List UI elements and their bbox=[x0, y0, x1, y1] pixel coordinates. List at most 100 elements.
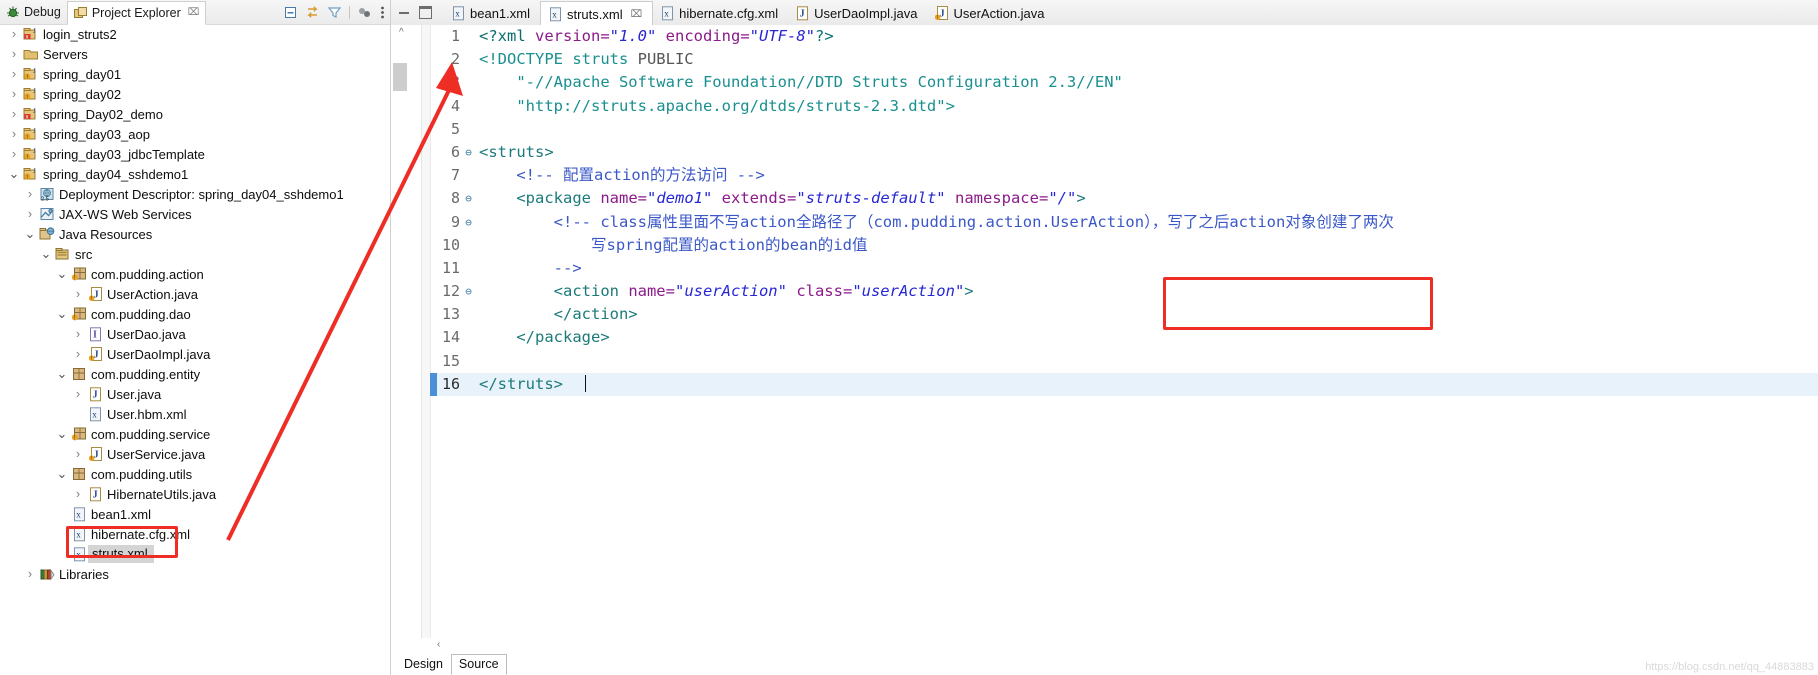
tree-item-hibernate-cfg-xml[interactable]: x hibernate.cfg.xml bbox=[0, 524, 390, 544]
code-line[interactable]: 16 </struts> bbox=[430, 372, 1818, 396]
design-source-tabs[interactable]: Design Source bbox=[391, 654, 507, 675]
tree-item-spring-day01[interactable]: J!spring_day01 bbox=[0, 64, 390, 84]
tree-item-deployment-descriptor-spring-day04-sshdemo1[interactable]: 2.5 Deployment Descriptor: spring_day04_s… bbox=[0, 184, 390, 204]
minimize-button[interactable] bbox=[399, 11, 409, 14]
code-line[interactable]: 4 "http://struts.apache.org/dtds/struts-… bbox=[430, 95, 1818, 118]
code-line[interactable]: 3 "-//Apache Software Foundation//DTD St… bbox=[430, 71, 1818, 94]
tree-item-com-pudding-dao[interactable]: !com.pudding.dao bbox=[0, 304, 390, 324]
code-lines[interactable]: 1 <?xml version="1.0" encoding="UTF-8"?> 2… bbox=[430, 25, 1818, 651]
code-line[interactable]: 1 <?xml version="1.0" encoding="UTF-8"?> bbox=[430, 25, 1818, 48]
editor-tab-userdaoimpl-java[interactable]: J UserDaoImpl.java bbox=[788, 1, 927, 25]
editor-tab-useraction-java[interactable]: J! UserAction.java bbox=[927, 1, 1054, 25]
tree-item-login-struts2[interactable]: Jxlogin_struts2 bbox=[0, 24, 390, 44]
chevron-right-icon[interactable] bbox=[70, 324, 86, 345]
editor-tab-bean1-xml[interactable]: x bean1.xml bbox=[444, 1, 540, 25]
tree-item-bean1-xml[interactable]: x bean1.xml bbox=[0, 504, 390, 524]
code-line[interactable]: 14 </package> bbox=[430, 326, 1818, 349]
chevron-right-icon[interactable] bbox=[6, 84, 22, 105]
code-line[interactable]: 15 bbox=[430, 350, 1818, 373]
tree-item-spring-day03-aop[interactable]: J!spring_day03_aop bbox=[0, 124, 390, 144]
code-line[interactable]: 8 <package name="demo1" extends="struts-… bbox=[430, 187, 1818, 210]
svg-text:J: J bbox=[33, 107, 36, 115]
bottom-tab-source[interactable]: Source bbox=[450, 654, 507, 675]
tree-item-spring-day03-jdbctemplate[interactable]: J!spring_day03_jdbcTemplate bbox=[0, 144, 390, 164]
tree-item-libraries[interactable]: Libraries bbox=[0, 564, 390, 584]
chevron-right-icon[interactable] bbox=[22, 564, 38, 585]
fold-collapse-icon[interactable] bbox=[462, 211, 475, 234]
chevron-left-icon[interactable]: ‹ bbox=[437, 639, 440, 650]
chevron-up-icon[interactable]: ^ bbox=[399, 27, 404, 38]
view-overflow-icon[interactable] bbox=[379, 5, 386, 20]
project-tree[interactable]: Jxlogin_struts2ServersJ!spring_day01J!sp… bbox=[0, 24, 390, 675]
collapse-all-icon[interactable] bbox=[283, 5, 298, 20]
tree-item-useraction-java[interactable]: J!UserAction.java bbox=[0, 284, 390, 304]
chevron-right-icon[interactable] bbox=[22, 204, 38, 225]
code-line[interactable]: 6 <struts> bbox=[430, 141, 1818, 164]
tree-item-spring-day04-sshdemo1[interactable]: J!spring_day04_sshdemo1 bbox=[0, 164, 390, 184]
code-line[interactable]: 13 </action> bbox=[430, 303, 1818, 326]
chevron-down-icon[interactable] bbox=[6, 164, 22, 185]
chevron-right-icon[interactable] bbox=[6, 24, 22, 45]
chevron-down-icon[interactable] bbox=[54, 364, 70, 385]
close-icon[interactable]: ⌧ bbox=[188, 7, 200, 18]
tree-item-jax-ws-web-services[interactable]: JAX-WS Web Services bbox=[0, 204, 390, 224]
view-menu-icon[interactable] bbox=[357, 5, 372, 20]
view-tab-project-explorer[interactable]: Project Explorer ⌧ bbox=[66, 0, 207, 25]
maximize-button[interactable] bbox=[419, 6, 432, 19]
fold-collapse-icon[interactable] bbox=[462, 187, 475, 210]
view-tab-debug[interactable]: Debug bbox=[0, 1, 67, 24]
bottom-tab-design[interactable]: Design bbox=[396, 654, 451, 675]
line-number: 13 bbox=[441, 305, 460, 324]
tree-item-userservice-java[interactable]: J!UserService.java bbox=[0, 444, 390, 464]
link-with-editor-icon[interactable] bbox=[305, 5, 320, 20]
chevron-right-icon[interactable] bbox=[70, 344, 86, 365]
filter-icon[interactable] bbox=[327, 5, 342, 20]
chevron-right-icon[interactable] bbox=[22, 184, 38, 205]
chevron-right-icon[interactable] bbox=[70, 384, 86, 405]
chevron-down-icon[interactable] bbox=[54, 264, 70, 285]
code-line[interactable]: 9 <!-- class属性里面不写action全路径了（com.pudding… bbox=[430, 211, 1818, 234]
tree-item-userdaoimpl-java[interactable]: J!UserDaoImpl.java bbox=[0, 344, 390, 364]
tree-item-spring-day02-demo[interactable]: Jxspring_Day02_demo bbox=[0, 104, 390, 124]
chevron-right-icon[interactable] bbox=[6, 44, 22, 65]
chevron-down-icon[interactable] bbox=[54, 464, 70, 485]
close-icon[interactable]: ⌧ bbox=[631, 9, 643, 20]
chevron-right-icon[interactable] bbox=[70, 444, 86, 465]
chevron-right-icon[interactable] bbox=[70, 284, 86, 305]
vertical-scrollbar-left[interactable]: ^ bbox=[391, 25, 422, 651]
editor-tab-hibernate-cfg-xml[interactable]: x hibernate.cfg.xml bbox=[653, 1, 788, 25]
tree-item-java-resources[interactable]: Java Resources bbox=[0, 224, 390, 244]
tree-item-src[interactable]: src bbox=[0, 244, 390, 264]
editor-tab-struts-xml[interactable]: x struts.xml ⌧ bbox=[539, 1, 654, 26]
chevron-right-icon[interactable] bbox=[6, 64, 22, 85]
tree-item-com-pudding-service[interactable]: !com.pudding.service bbox=[0, 424, 390, 444]
tree-item-userdao-java[interactable]: I UserDao.java bbox=[0, 324, 390, 344]
source-editor[interactable]: ^ 1 <?xml version="1.0" encoding="UTF-8"?… bbox=[391, 25, 1818, 675]
chevron-right-icon[interactable] bbox=[70, 484, 86, 505]
fold-collapse-icon[interactable] bbox=[462, 280, 475, 303]
tree-item-com-pudding-action[interactable]: !com.pudding.action bbox=[0, 264, 390, 284]
code-line[interactable]: 10 写spring配置的action的bean的id值 bbox=[430, 234, 1818, 257]
code-line[interactable]: 7 <!-- 配置action的方法访问 --> bbox=[430, 164, 1818, 187]
tree-item-user-hbm-xml[interactable]: x User.hbm.xml bbox=[0, 404, 390, 424]
fold-collapse-icon[interactable] bbox=[462, 141, 475, 164]
code-line[interactable]: 11 --> bbox=[430, 257, 1818, 280]
chevron-right-icon[interactable] bbox=[6, 144, 22, 165]
code-line[interactable]: 5 bbox=[430, 118, 1818, 141]
tree-item-user-java[interactable]: J User.java bbox=[0, 384, 390, 404]
tree-item-servers[interactable]: Servers bbox=[0, 44, 390, 64]
scrollbar-thumb[interactable] bbox=[393, 63, 407, 91]
chevron-down-icon[interactable] bbox=[54, 424, 70, 445]
tree-item-com-pudding-utils[interactable]: com.pudding.utils bbox=[0, 464, 390, 484]
tree-item-struts-xml[interactable]: x struts.xml bbox=[0, 544, 390, 564]
code-line[interactable]: 2 <!DOCTYPE struts PUBLIC bbox=[430, 48, 1818, 71]
chevron-down-icon[interactable] bbox=[38, 244, 54, 265]
chevron-right-icon[interactable] bbox=[6, 104, 22, 125]
tree-item-com-pudding-entity[interactable]: com.pudding.entity bbox=[0, 364, 390, 384]
chevron-down-icon[interactable] bbox=[54, 304, 70, 325]
tree-item-spring-day02[interactable]: J!spring_day02 bbox=[0, 84, 390, 104]
tree-item-hibernateutils-java[interactable]: J HibernateUtils.java bbox=[0, 484, 390, 504]
chevron-right-icon[interactable] bbox=[6, 124, 22, 145]
code-line[interactable]: 12 <action name="userAction" class="user… bbox=[430, 280, 1818, 303]
chevron-down-icon[interactable] bbox=[22, 224, 38, 245]
